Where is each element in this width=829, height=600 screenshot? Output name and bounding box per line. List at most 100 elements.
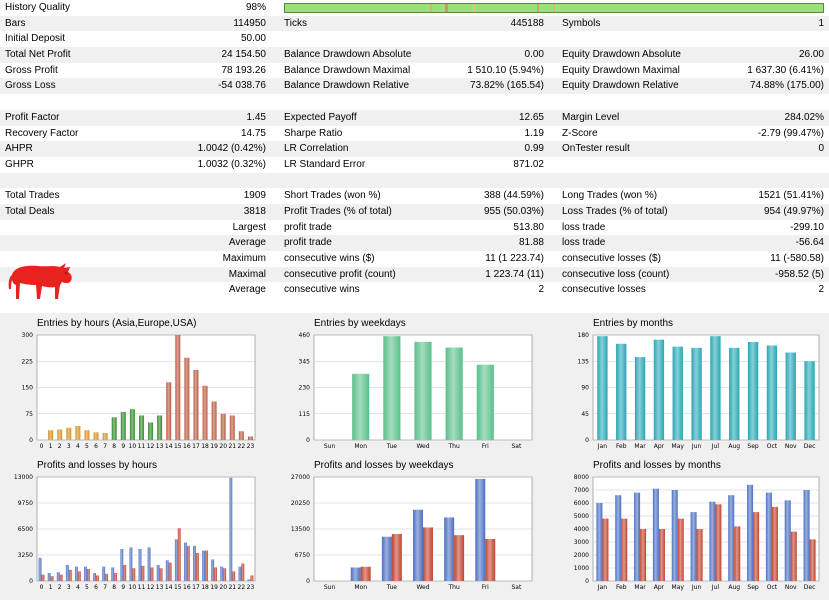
x-tick-label: Apr <box>654 584 665 591</box>
stats-row: Maximal consecutive profit (count) 1 223.7… <box>0 266 829 283</box>
profit-bar <box>147 547 151 581</box>
x-tick-label: 21 <box>228 443 236 450</box>
bull-logo <box>8 263 72 299</box>
x-tick-label: 10 <box>129 443 137 450</box>
stats-row: Bars 114950 Ticks 445188 Symbols 1 <box>0 15 829 32</box>
x-tick-label: 18 <box>201 443 209 450</box>
report-stats: History Quality 98% Bars 114950 Ticks 44518… <box>0 0 829 298</box>
profit-bar <box>803 490 810 581</box>
stat-value: 81.88 <box>518 237 544 249</box>
profit-bar <box>444 517 455 581</box>
quality-gap-marker <box>473 4 475 12</box>
loss-bar <box>50 576 54 581</box>
profit-bar <box>784 500 791 581</box>
y-tick-label: 1000 <box>574 565 589 572</box>
x-tick-label: 9 <box>121 443 125 450</box>
loss-bar <box>658 529 665 581</box>
x-tick-label: Fri <box>482 584 489 591</box>
stat-value: 74.88% (175.00) <box>750 80 824 92</box>
x-tick-label: May <box>672 443 685 450</box>
y-tick-label: 230 <box>299 385 311 392</box>
x-tick-label: 14 <box>165 584 173 591</box>
y-tick-label: 5000 <box>574 513 589 520</box>
y-tick-label: 115 <box>299 411 311 418</box>
stat-value: 14.75 <box>240 127 266 139</box>
x-tick-label: 20 <box>219 443 227 450</box>
x-tick-label: Aug <box>728 443 740 450</box>
entries-bar <box>166 382 172 440</box>
loss-bar <box>790 531 797 581</box>
spacer-row <box>0 94 829 110</box>
stat-value: 73.82% (165.54) <box>470 80 544 92</box>
x-tick-label: 8 <box>112 584 116 591</box>
x-tick-label: 7 <box>103 584 107 591</box>
y-tick-label: 150 <box>22 385 34 392</box>
y-tick-label: 0 <box>29 437 33 444</box>
stat-label: Average <box>228 284 266 296</box>
entries-bar <box>691 347 702 440</box>
chart-svg: 180 135 90 45 0 Jan Feb Mar Apr May Jun Jul Aug Sep Oc… <box>578 332 820 450</box>
entries-bar <box>175 335 181 440</box>
x-tick-label: 0 <box>40 584 44 591</box>
x-tick-label: Jun <box>691 584 702 591</box>
stats-row: GHPR 1.0032 (0.32%) LR Standard Error 871.0… <box>0 157 829 173</box>
stat-value: 388 (44.59%) <box>483 190 544 202</box>
spacer-row <box>0 172 829 189</box>
history-quality-value: 98% <box>245 2 266 13</box>
entries-bar <box>57 429 63 440</box>
entries-by-hours-chart: Entries by hours (Asia,Europe,USA) 300 22… <box>6 318 260 458</box>
stat-value: -299.10 <box>790 221 824 233</box>
profit-bar <box>728 495 735 581</box>
loss-bar <box>141 565 145 581</box>
profit-bar <box>690 512 697 581</box>
x-tick-label: 3 <box>67 443 71 450</box>
entries-bar <box>672 346 683 440</box>
entries-bar <box>148 422 154 440</box>
loss-bar <box>250 575 254 581</box>
entries-bar <box>120 412 126 440</box>
loss-bar <box>454 535 465 581</box>
stat-label: Largest <box>232 221 266 233</box>
loss-bar <box>105 573 109 581</box>
loss-bar <box>223 568 227 581</box>
quality-gap-marker <box>445 4 448 12</box>
stat-value: 1521 (51.41%) <box>758 190 824 202</box>
stat-value: 11 (-580.58) <box>770 253 824 264</box>
x-tick-label: 15 <box>174 584 182 591</box>
x-tick-label: 21 <box>228 584 236 591</box>
x-tick-label: Jan <box>597 584 607 591</box>
loss-bar <box>771 506 778 581</box>
x-tick-label: 13 <box>156 443 164 450</box>
profit-bar <box>671 490 678 581</box>
x-tick-label: Nov <box>785 443 797 450</box>
profit-bar <box>84 566 87 581</box>
x-tick-label: 13 <box>156 584 164 591</box>
x-tick-label: Sep <box>747 584 759 591</box>
loss-bar <box>114 573 118 581</box>
profits-losses-by-weekdays-chart: Profits and losses by weekdays 27000 2025… <box>283 460 537 598</box>
profit-bar <box>47 573 51 581</box>
history-quality-row: History Quality 98% <box>0 0 829 16</box>
y-tick-label: 3000 <box>574 539 589 546</box>
chart-svg: 3002251507500 1 2 3 4 5 6 7 8 9 10 11 12 13 14 15 16 17 18… <box>22 332 256 450</box>
x-tick-label: Oct <box>767 584 778 591</box>
entries-bar <box>445 347 463 440</box>
x-tick-label: 20 <box>219 584 227 591</box>
stat-value: 50.00 <box>240 33 266 45</box>
x-tick-label: 22 <box>238 584 246 591</box>
entries-bar <box>111 417 117 440</box>
x-tick-label: 19 <box>210 584 218 591</box>
stat-value: 955 (50.03%) <box>483 205 544 217</box>
stats-row: Average profit trade 81.88 loss trade -56.64 <box>0 235 829 251</box>
entries-bar <box>229 415 235 440</box>
profit-bar <box>765 492 772 581</box>
stat-value: 1.0042 (0.42%) <box>197 143 266 155</box>
entries-bar <box>102 433 108 440</box>
entries-bar <box>766 345 778 440</box>
x-tick-label: Aug <box>728 584 740 591</box>
stats-row: Initial Deposit 50.00 <box>0 31 829 47</box>
x-tick-label: 22 <box>238 443 246 450</box>
entries-bar <box>476 364 494 440</box>
stat-value: -2.79 (99.47%) <box>757 127 824 139</box>
stats-row: AHPR 1.0042 (0.42%) LR Correlation 0.99 OnTe… <box>0 141 829 157</box>
